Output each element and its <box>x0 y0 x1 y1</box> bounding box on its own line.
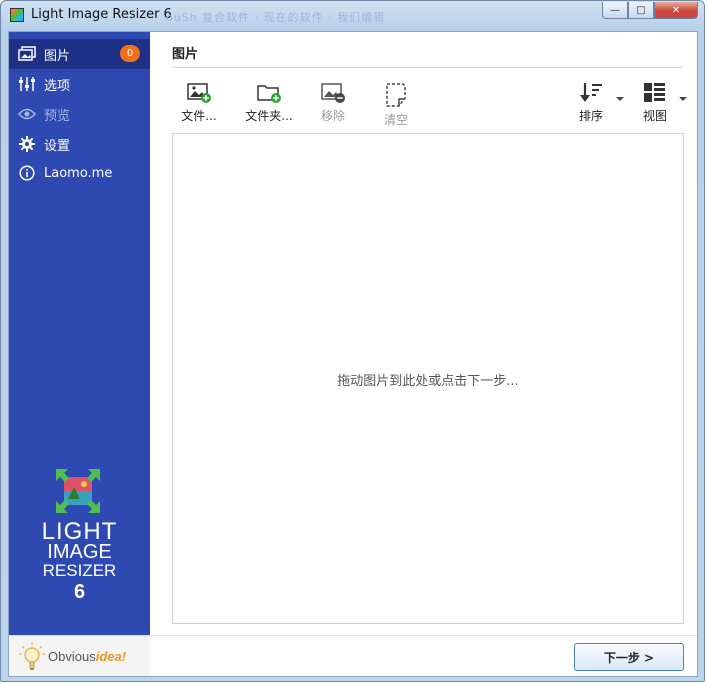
sidebar-item-label: 图片 <box>44 48 71 64</box>
app-window: Light Image Resizer 6 ouSh 复合软件 · 现在的软件 … <box>0 0 705 682</box>
add-folder-label: 文件夹... <box>245 109 293 123</box>
window-controls: — □ ✕ <box>602 2 698 19</box>
title-bar[interactable]: Light Image Resizer 6 ouSh 复合软件 · 现在的软件 … <box>1 1 704 31</box>
image-drop-area[interactable]: 拖动图片到此处或点击下一步... <box>172 133 684 624</box>
images-count-badge: 0 <box>120 45 140 62</box>
obviousidea-brand[interactable]: Obviousidea! <box>9 635 150 676</box>
eye-icon <box>18 105 36 123</box>
sort-label: 排序 <box>578 109 603 123</box>
sliders-icon <box>18 75 36 93</box>
add-image-icon <box>187 83 211 103</box>
remove-label: 移除 <box>320 109 345 123</box>
view-label: 视图 <box>642 109 667 123</box>
add-files-button[interactable]: 文件... <box>172 82 226 126</box>
brand-text: Obviousidea! <box>48 649 126 664</box>
logo-text-resizer: RESIZER <box>42 561 117 580</box>
minimize-button[interactable]: — <box>602 2 628 19</box>
client-area: 图片 0 选项 预览 设置 Laomo.me LIGHT IMAGE RESIZ… <box>8 31 698 677</box>
clear-button[interactable]: 清空 <box>369 82 423 127</box>
info-icon <box>18 164 36 182</box>
sidebar-item-label: 预览 <box>44 108 71 124</box>
sidebar-item-images[interactable]: 图片 0 <box>9 39 150 69</box>
sort-icon <box>580 83 602 102</box>
sidebar-item-settings[interactable]: 设置 <box>9 129 150 159</box>
logo-text-version: 6 <box>73 581 86 603</box>
sidebar-item-label: 选项 <box>44 78 71 94</box>
brand-prefix: Obvious <box>48 649 96 664</box>
clear-label: 清空 <box>383 113 408 127</box>
sidebar-item-preview[interactable]: 预览 <box>9 99 150 129</box>
remove-image-icon <box>321 83 345 103</box>
clear-icon <box>386 83 406 107</box>
sidebar-item-label: 设置 <box>44 138 71 154</box>
add-folder-button[interactable]: 文件夹... <box>238 82 300 126</box>
window-title: Light Image Resizer 6 <box>31 7 172 22</box>
window-title-ghost: ouSh 复合软件 · 现在的软件 · 我们编辑 <box>166 11 386 24</box>
title-divider <box>172 67 683 68</box>
main-panel: 图片 文件... 文件夹... 移除 清空 排序 视图 拖动图片到此处或点击下一… <box>150 32 697 676</box>
add-folder-icon <box>257 85 281 103</box>
view-dropdown-caret[interactable] <box>679 97 687 101</box>
remove-button[interactable]: 移除 <box>306 82 360 126</box>
sidebar-item-about[interactable]: Laomo.me <box>9 158 150 188</box>
gear-icon <box>18 135 36 153</box>
product-logo-icon <box>56 469 100 513</box>
drop-hint-text: 拖动图片到此处或点击下一步... <box>337 374 519 389</box>
sort-dropdown-caret[interactable] <box>616 97 624 101</box>
next-step-button[interactable]: 下一步 > <box>574 643 684 671</box>
app-icon <box>10 8 24 22</box>
footer-divider <box>150 635 697 636</box>
maximize-button[interactable]: □ <box>628 2 654 19</box>
images-icon <box>18 45 36 63</box>
add-files-label: 文件... <box>181 109 217 123</box>
brand-accent: idea! <box>95 649 127 664</box>
view-button[interactable]: 视图 <box>627 82 683 126</box>
sidebar-item-options[interactable]: 选项 <box>9 69 150 99</box>
sidebar: 图片 0 选项 预览 设置 Laomo.me LIGHT IMAGE RESIZ… <box>9 32 150 676</box>
lightbulb-icon <box>19 641 45 673</box>
sort-button[interactable]: 排序 <box>563 82 619 126</box>
close-button[interactable]: ✕ <box>654 2 698 19</box>
view-icon <box>644 83 665 102</box>
page-title: 图片 <box>172 47 199 62</box>
sidebar-item-label: Laomo.me <box>44 165 113 181</box>
